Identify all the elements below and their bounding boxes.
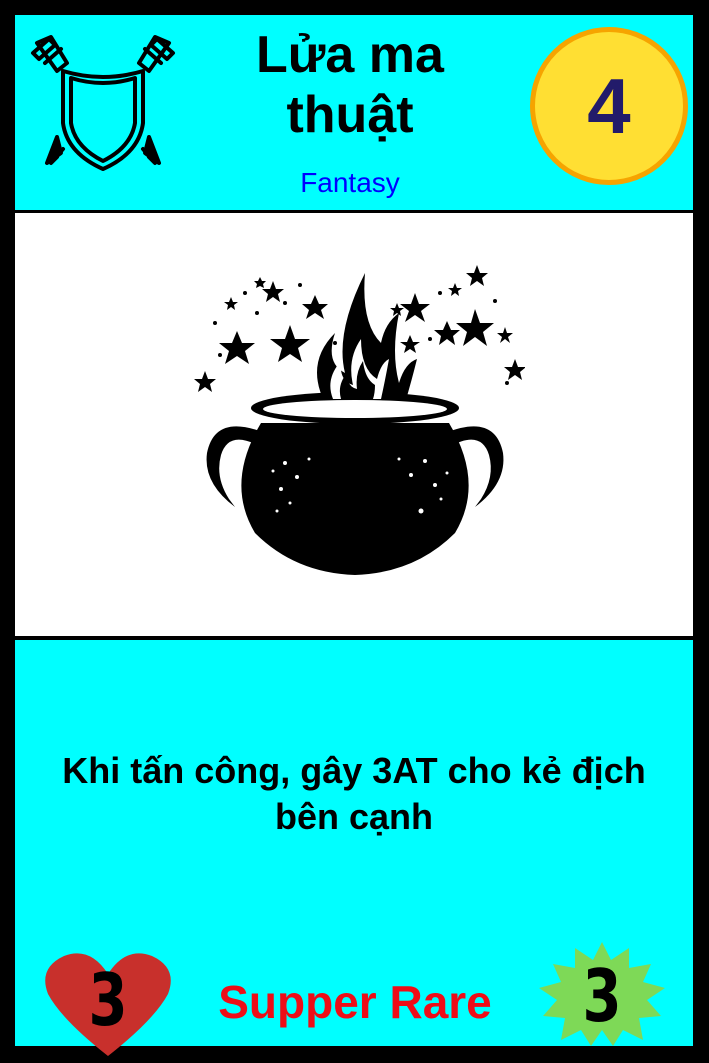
card-title: Lửa ma thuật <box>256 26 444 144</box>
health-stat: 3 <box>42 948 174 1058</box>
card-body: Khi tấn công, gây 3AT cho kẻ địch bên cạ… <box>15 640 693 1056</box>
card-header: Lửa ma thuật Fantasy 4 <box>15 15 693 210</box>
ability-text: Khi tấn công, gây 3AT cho kẻ địch bên cạ… <box>62 750 646 837</box>
card-art <box>15 213 693 636</box>
crossed-swords-shield-icon <box>31 35 175 171</box>
magic-cauldron-image <box>194 265 525 575</box>
card-category: Fantasy <box>300 167 400 198</box>
cost-badge: 4 <box>530 27 690 187</box>
cost-value: 4 <box>587 61 631 150</box>
attack-stat: 3 <box>537 942 667 1046</box>
rarity-label: Supper Rare <box>218 976 492 1028</box>
health-value: 3 <box>88 958 128 1042</box>
attack-value: 3 <box>582 954 622 1038</box>
game-card[interactable]: Lửa ma thuật Fantasy 4 Khi tấn công, gây… <box>0 0 709 1063</box>
